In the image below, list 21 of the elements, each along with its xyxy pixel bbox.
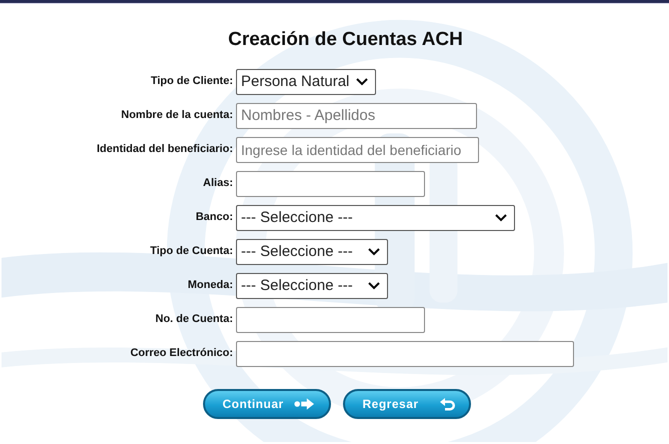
input-field[interactable]: Ingrese la identidad del beneficiario	[236, 136, 479, 162]
input-field[interactable]	[236, 340, 574, 366]
field-label: Nombre de la cuenta:	[120, 108, 234, 124]
return-arrow-icon	[438, 396, 454, 412]
dropdown[interactable]: --- Seleccione ---	[236, 272, 388, 298]
field-label: Moneda:	[186, 278, 234, 294]
field-label: Alias:	[202, 176, 234, 192]
field-label: Correo Electrónico:	[129, 346, 234, 362]
input-field[interactable]	[236, 306, 425, 332]
field-label: Tipo de Cliente:	[150, 74, 234, 90]
page-title: Creación de Cuentas ACH	[227, 28, 464, 52]
field-label: Identidad del beneficiario:	[96, 142, 234, 158]
dropdown[interactable]: --- Seleccione ---	[236, 238, 388, 264]
dropdown[interactable]: --- Seleccione ---	[236, 204, 515, 230]
field-label: No. de Cuenta:	[154, 312, 234, 328]
field-label: Tipo de Cuenta:	[149, 244, 234, 260]
input-field[interactable]: Nombres - Apellidos	[236, 102, 477, 128]
dropdown[interactable]: Persona Natural	[236, 68, 376, 94]
input-field[interactable]	[236, 170, 425, 196]
field-label: Banco:	[194, 210, 234, 226]
arrow-icon	[294, 396, 314, 410]
